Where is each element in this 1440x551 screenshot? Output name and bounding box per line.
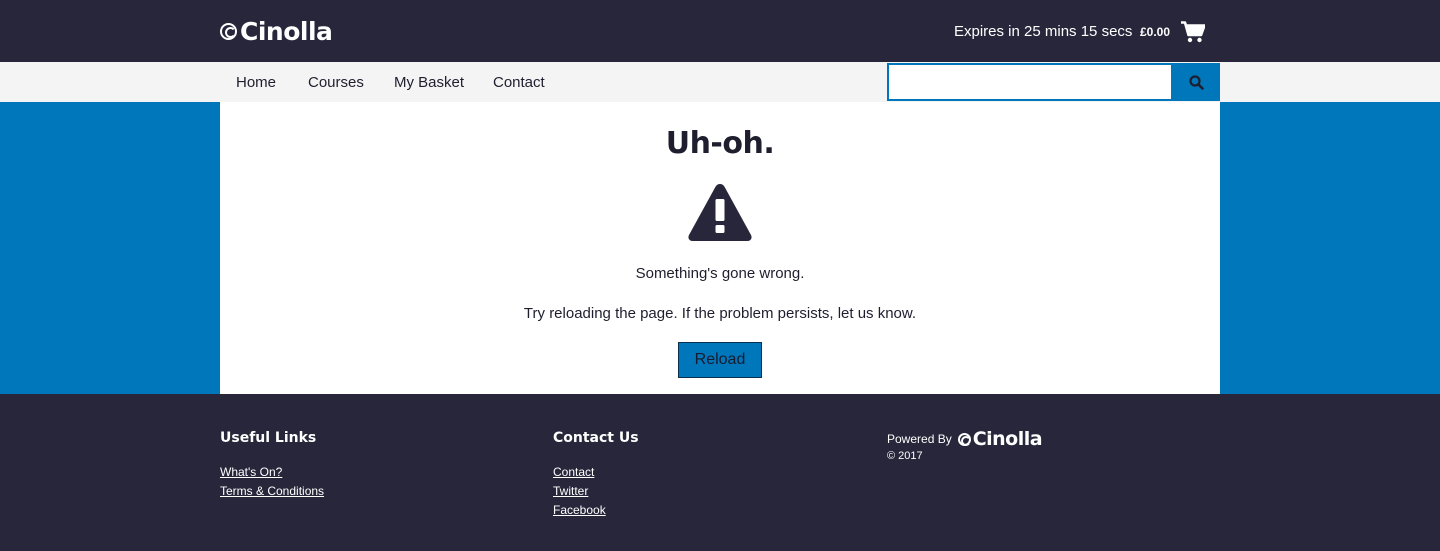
logo-text: Cinolla [240,16,333,46]
footer-useful-links: Useful Links What's On? Terms & Conditio… [220,430,324,501]
footer-contact-us: Contact Us Contact Twitter Facebook [553,430,639,520]
powered-by-logo[interactable]: Cinolla [957,428,1043,450]
powered-by: Powered By Cinolla [887,428,1043,450]
logo-mark-icon [957,432,972,446]
warning-icon [688,184,752,241]
nav-courses[interactable]: Courses [308,74,364,91]
search-button[interactable] [1173,63,1220,101]
error-title: Uh-oh. [665,126,775,161]
footer-link-facebook[interactable]: Facebook [553,501,639,520]
shopping-cart-icon[interactable] [1181,21,1205,43]
error-message: Something's gone wrong. [635,265,805,282]
nav-my-basket[interactable]: My Basket [394,74,464,91]
footer-heading-useful-links: Useful Links [220,430,317,446]
footer-link-twitter[interactable]: Twitter [553,482,639,501]
logo-mark-icon [220,22,237,40]
powered-by-label: Powered By [887,432,952,446]
powered-logo-text: Cinolla [972,428,1043,450]
copyright: © 2017 [887,450,923,462]
footer-heading-contact-us: Contact Us [553,430,639,446]
search-icon [1189,74,1204,90]
top-header: Cinolla Expires in 25 mins 15 secs £0.00 [0,0,1440,62]
error-hint: Try reloading the page. If the problem p… [523,305,917,322]
error-panel: Uh-oh. Something's gone wrong. Try reloa… [220,102,1220,394]
footer-link-whats-on[interactable]: What's On? [220,463,324,482]
footer-link-terms[interactable]: Terms & Conditions [220,482,324,501]
reload-button[interactable]: Reload [678,342,762,378]
basket-total[interactable]: £0.00 [1140,25,1170,39]
nav-contact[interactable]: Contact [493,74,545,91]
main-nav: Home Courses My Basket Contact [0,62,1440,102]
cinolla-logo[interactable]: Cinolla [220,16,333,46]
footer: Useful Links What's On? Terms & Conditio… [0,394,1440,551]
search-input[interactable] [887,63,1173,101]
basket-expiry-timer: Expires in 25 mins 15 secs [954,23,1133,40]
nav-home[interactable]: Home [236,74,276,91]
footer-link-contact[interactable]: Contact [553,463,639,482]
